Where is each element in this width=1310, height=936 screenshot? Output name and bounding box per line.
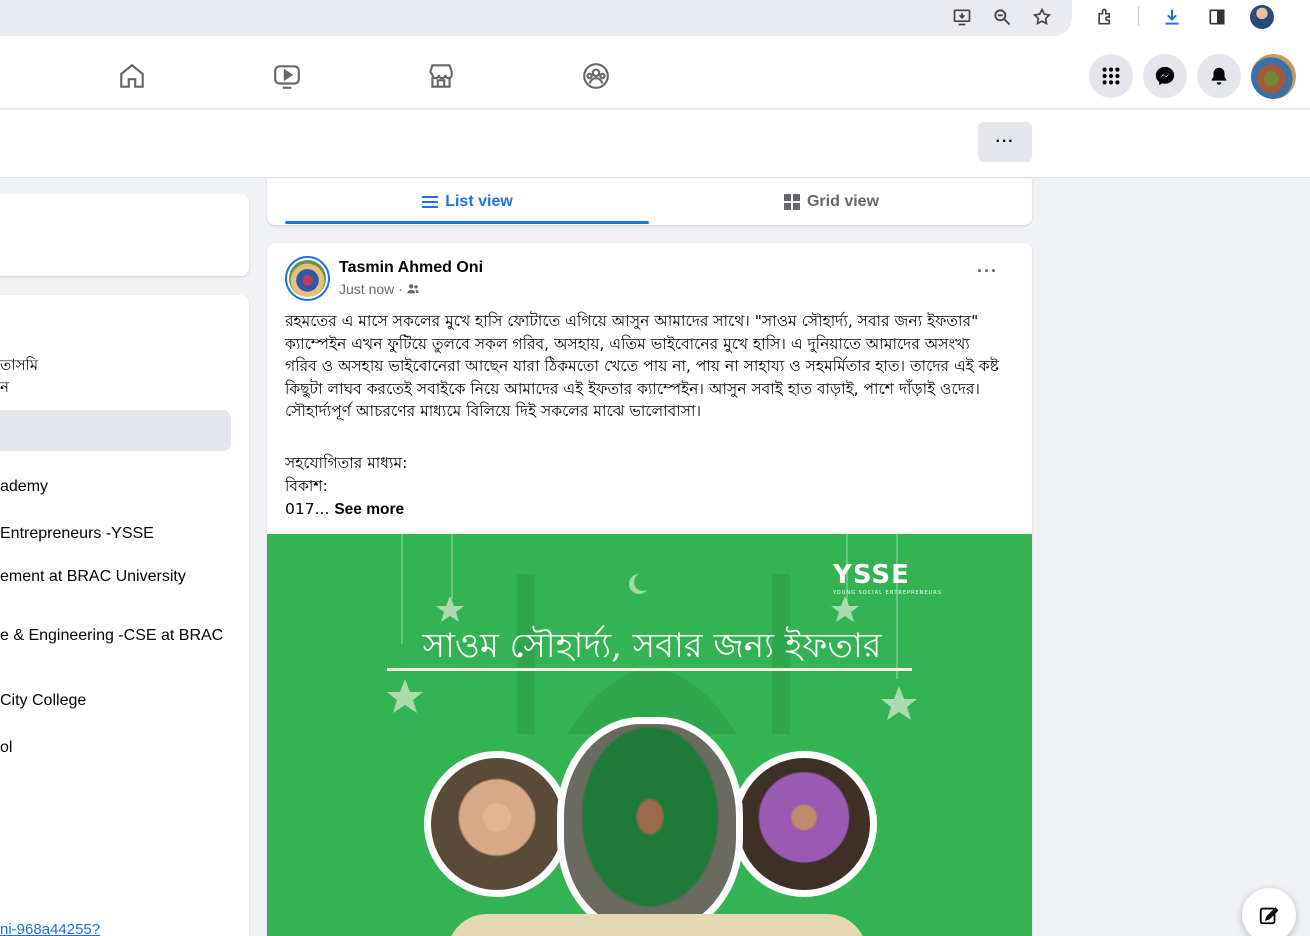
list-icon xyxy=(422,196,439,208)
active-tab-indicator xyxy=(285,221,649,224)
banner-logo-tagline: YOUNG SOCIAL ENTREPRENEURS xyxy=(833,590,942,596)
new-message-button[interactable] xyxy=(1242,888,1296,936)
friends-audience-icon[interactable] xyxy=(406,282,420,296)
view-switcher: List view Grid view xyxy=(267,179,1032,225)
extensions-icon[interactable] xyxy=(1092,4,1118,30)
post-author-avatar[interactable] xyxy=(285,256,330,301)
banner-logo-text: YSSE xyxy=(833,560,910,590)
detail-item-academy[interactable]: ademy xyxy=(0,478,48,496)
download-icon[interactable] xyxy=(1159,4,1185,30)
profile-tabs-bar: ··· xyxy=(0,110,1310,178)
profile-more-button[interactable]: ··· xyxy=(978,122,1032,162)
post-number-preview: 017... xyxy=(285,500,330,518)
profile-avatar[interactable] xyxy=(1250,5,1274,29)
grid-icon xyxy=(783,194,800,210)
account-avatar[interactable] xyxy=(1251,54,1296,99)
zoom-icon[interactable] xyxy=(989,4,1015,30)
install-app-icon[interactable] xyxy=(949,4,975,30)
intro-card xyxy=(0,194,249,276)
compose-icon xyxy=(1259,907,1279,925)
post-line-payment-method: সহযোগিতার মাধ্যম: xyxy=(285,454,408,472)
intro-name-line2: ন xyxy=(0,378,9,396)
photo-woman-center xyxy=(557,717,743,936)
detail-item-school[interactable]: ol xyxy=(0,739,12,757)
see-more-link[interactable]: See more xyxy=(334,501,404,518)
address-bar[interactable] xyxy=(0,0,1072,36)
photo-child-left xyxy=(424,751,570,897)
menu-grid-icon[interactable] xyxy=(1089,54,1133,98)
profile-link[interactable]: ni-968a44255? xyxy=(0,921,100,936)
side-panel-icon[interactable] xyxy=(1204,4,1230,30)
toolbar-separator xyxy=(1138,6,1139,26)
detail-item-cse-brac[interactable]: e & Engineering -CSE at BRAC xyxy=(0,627,223,645)
post-text-continued: সহযোগিতার মাধ্যম: বিকাশ: 017... See more xyxy=(285,452,407,521)
banner-divider xyxy=(387,668,912,671)
post-options-button[interactable]: ··· xyxy=(977,261,998,282)
star-icon[interactable] xyxy=(1029,4,1055,30)
details-card: তাসমি ন ademy Entrepreneurs -YSSE ement … xyxy=(0,295,249,936)
banner-sand-strip xyxy=(447,914,867,936)
feed-post: Tasmin Ahmed Oni Just now · ··· রহমতের এ… xyxy=(267,243,1032,936)
post-image[interactable]: YSSE YOUNG SOCIAL ENTREPRENEURS সাওম সৌহা… xyxy=(267,534,1032,936)
post-text: রহমতের এ মাসে সকলের মুখে হাসি ফোটাতে এগি… xyxy=(285,310,1005,431)
home-icon[interactable] xyxy=(112,56,152,96)
post-line-number: 017... See more xyxy=(285,498,407,521)
post-author-name[interactable]: Tasmin Ahmed Oni xyxy=(339,259,483,277)
post-line-bkash: বিকাশ: xyxy=(285,477,328,495)
top-navigation xyxy=(0,44,1310,109)
photo-child-right xyxy=(731,751,877,897)
list-view-tab[interactable]: List view xyxy=(285,179,649,225)
post-meta: Just now · xyxy=(339,281,420,297)
post-timestamp[interactable]: Just now · xyxy=(339,281,403,297)
detail-item-ysse[interactable]: Entrepreneurs -YSSE xyxy=(0,525,154,543)
detail-item-brac-university[interactable]: ement at BRAC University xyxy=(0,568,186,586)
selected-detail-row[interactable] xyxy=(0,410,231,451)
grid-view-tab[interactable]: Grid view xyxy=(649,179,1013,225)
list-view-label: List view xyxy=(445,193,513,210)
messenger-icon[interactable] xyxy=(1143,54,1187,98)
post-body-paragraph: রহমতের এ মাসে সকলের মুখে হাসি ফোটাতে এগি… xyxy=(285,312,999,420)
browser-toolbar xyxy=(0,0,1310,44)
ysse-logo: YSSE YOUNG SOCIAL ENTREPRENEURS xyxy=(833,560,942,596)
marketplace-icon[interactable] xyxy=(421,56,461,96)
notifications-icon[interactable] xyxy=(1197,54,1241,98)
groups-icon[interactable] xyxy=(576,56,616,96)
video-icon[interactable] xyxy=(267,56,307,96)
grid-view-label: Grid view xyxy=(806,193,880,210)
detail-item-city-college[interactable]: City College xyxy=(0,692,86,710)
